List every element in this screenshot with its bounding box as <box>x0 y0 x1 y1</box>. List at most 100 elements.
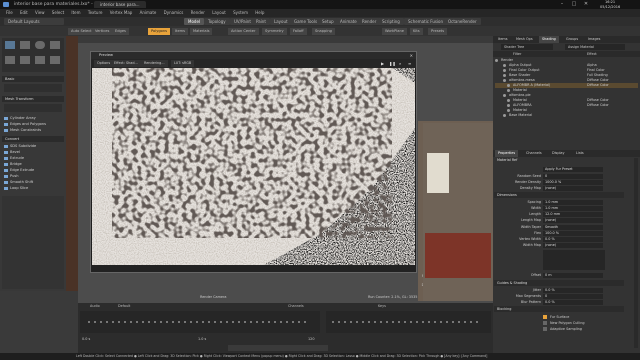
tab-schematic-fusion[interactable]: Schematic Fusion <box>404 18 448 25</box>
checkbox-icon[interactable] <box>543 327 547 331</box>
workplane-button[interactable]: WorkPlane <box>382 28 407 35</box>
auto-select-button[interactable]: Auto Select <box>68 28 95 35</box>
prop-row[interactable]: Density Map (none) <box>495 185 638 191</box>
visibility-icon[interactable] <box>503 78 506 82</box>
adaptive-sampling-checkbox[interactable]: Adaptive Sampling <box>495 326 638 332</box>
preview-window[interactable]: Preview ✕ Options Effect: Shad... Render… <box>90 51 417 273</box>
tab-images[interactable]: Images <box>585 36 603 43</box>
tree-row[interactable]: Base Material <box>495 113 638 118</box>
visibility-icon[interactable] <box>507 88 510 92</box>
sphere-icon[interactable] <box>35 41 45 49</box>
checkbox-icon[interactable] <box>543 321 547 325</box>
menu-layout[interactable]: Layout <box>212 9 226 17</box>
doc-tab[interactable]: interior base para... <box>94 1 146 8</box>
preview-rendering-dropdown[interactable]: Rendering... <box>141 60 168 67</box>
menu-animate[interactable]: Animate <box>140 9 157 17</box>
section-blocking[interactable]: Blocking <box>494 306 624 312</box>
tab-render[interactable]: Render <box>358 18 381 25</box>
playback-controls[interactable] <box>228 345 328 351</box>
tab-groups[interactable]: Groups <box>563 36 581 43</box>
tab-topology[interactable]: Topology <box>204 18 230 25</box>
edges-polygons-button[interactable]: Edges and Polygons <box>4 122 62 127</box>
maximize-icon[interactable]: □ <box>568 0 580 9</box>
visibility-icon[interactable] <box>507 103 510 107</box>
cylinder-icon[interactable] <box>50 41 60 49</box>
preview-render-image[interactable] <box>92 68 415 266</box>
menu-vertex-map[interactable]: Vertex Map <box>110 9 133 17</box>
edge-extrude-button[interactable]: Edge Extrude <box>4 168 62 173</box>
falloff-button[interactable]: Falloff <box>290 28 307 35</box>
pen-icon[interactable] <box>5 41 15 49</box>
section-dimensions[interactable]: Dimensions <box>494 192 624 198</box>
close-icon[interactable]: ✕ <box>580 0 592 9</box>
preview-play-icon[interactable]: ▶ <box>381 61 384 66</box>
menu-item[interactable]: Item <box>71 9 80 17</box>
kits-button[interactable]: Kits <box>410 28 423 35</box>
right-scrollbar[interactable] <box>634 158 638 348</box>
layout-dropdown[interactable]: Default Layouts <box>4 18 64 25</box>
menu-texture[interactable]: Texture <box>88 9 103 17</box>
move-icon[interactable] <box>5 56 15 64</box>
visibility-icon[interactable] <box>507 108 510 112</box>
menu-system[interactable]: System <box>233 9 248 17</box>
tab-octanerender[interactable]: OctaneRender <box>444 18 481 25</box>
spacing-curve-graph[interactable] <box>543 250 605 270</box>
section-basic[interactable]: Basic <box>2 76 64 82</box>
preview-menu-icon[interactable]: ≡ <box>408 61 411 66</box>
menu-help[interactable]: Help <box>255 9 264 17</box>
tab-paint[interactable]: Paint <box>252 18 270 25</box>
visibility-icon[interactable] <box>503 113 506 117</box>
minimize-icon[interactable]: – <box>556 0 568 9</box>
prop-row[interactable]: Blur Pattern 0.0 % <box>495 299 638 305</box>
transform-icon[interactable] <box>50 56 60 64</box>
symmetry-button[interactable]: Symmetry <box>262 28 287 35</box>
scale-icon[interactable] <box>35 56 45 64</box>
mesh-constraints-button[interactable]: Mesh Constraints <box>4 128 62 133</box>
menu-view[interactable]: View <box>35 9 45 17</box>
action-center-button[interactable]: Action Center <box>228 28 259 35</box>
menu-select[interactable]: Select <box>52 9 64 17</box>
checkbox-icon[interactable] <box>543 315 547 319</box>
edges-button[interactable]: Edges <box>112 28 129 35</box>
sds-subdivide-button[interactable]: SDS Subdivide <box>4 144 62 149</box>
section-convert[interactable]: Convert <box>2 136 64 142</box>
menu-render[interactable]: Render <box>191 9 205 17</box>
assign-material-dropdown[interactable]: Assign Material <box>565 44 625 50</box>
prop-row[interactable]: Apply Fur Preset <box>495 166 638 172</box>
tab-shading[interactable]: Shading <box>539 36 559 43</box>
presets-button[interactable]: Presets <box>428 28 448 35</box>
preview-effect-dropdown[interactable]: Effect: Shad... <box>111 60 141 67</box>
section-mesh-transform[interactable]: Mesh Transform <box>2 96 64 102</box>
visibility-icon[interactable] <box>507 98 510 102</box>
smooth-shift-button[interactable]: Smooth Shift <box>4 180 62 185</box>
prop-row[interactable]: Length Map (none) <box>495 217 638 223</box>
tab-setup[interactable]: Setup <box>318 18 338 25</box>
materials-button[interactable]: Materials <box>190 28 213 35</box>
cube-icon[interactable] <box>20 41 30 49</box>
preview-lut-dropdown[interactable]: LUT: sRGB <box>171 60 195 67</box>
tab-game-tools[interactable]: Game Tools <box>290 18 322 25</box>
preview-close-icon[interactable]: ✕ <box>410 53 413 58</box>
tab-scripting[interactable]: Scripting <box>378 18 404 25</box>
bevel-button[interactable]: Bevel <box>4 150 62 155</box>
preview-pause-icon[interactable]: ❚❚ <box>389 61 396 66</box>
tab-model[interactable]: Model <box>184 18 205 25</box>
tab-display[interactable]: Display <box>549 150 568 157</box>
menu-file[interactable]: File <box>6 9 13 17</box>
prop-row[interactable]: Offset 0 m <box>495 272 638 278</box>
tab-properties[interactable]: Properties <box>495 150 519 157</box>
prop-row[interactable]: Width Map (none) <box>495 242 638 248</box>
visibility-icon[interactable] <box>507 83 510 87</box>
menu-edit[interactable]: Edit <box>20 9 28 17</box>
tab-lists[interactable]: Lists <box>573 150 587 157</box>
bridge-button[interactable]: Bridge <box>4 162 62 167</box>
shader-tree-dropdown[interactable]: Shader Tree <box>501 44 553 50</box>
visibility-icon[interactable] <box>503 93 506 97</box>
section-guides-shading[interactable]: Guides & Shading <box>494 280 624 286</box>
items-button[interactable]: Items <box>172 28 189 35</box>
tab-channels[interactable]: Channels <box>523 150 545 157</box>
cylinder-array-button[interactable]: Cylinder Array <box>4 116 62 121</box>
polygons-button[interactable]: Polygons <box>148 28 170 35</box>
visibility-icon[interactable] <box>503 63 506 67</box>
tab-items[interactable]: Items <box>495 36 511 43</box>
